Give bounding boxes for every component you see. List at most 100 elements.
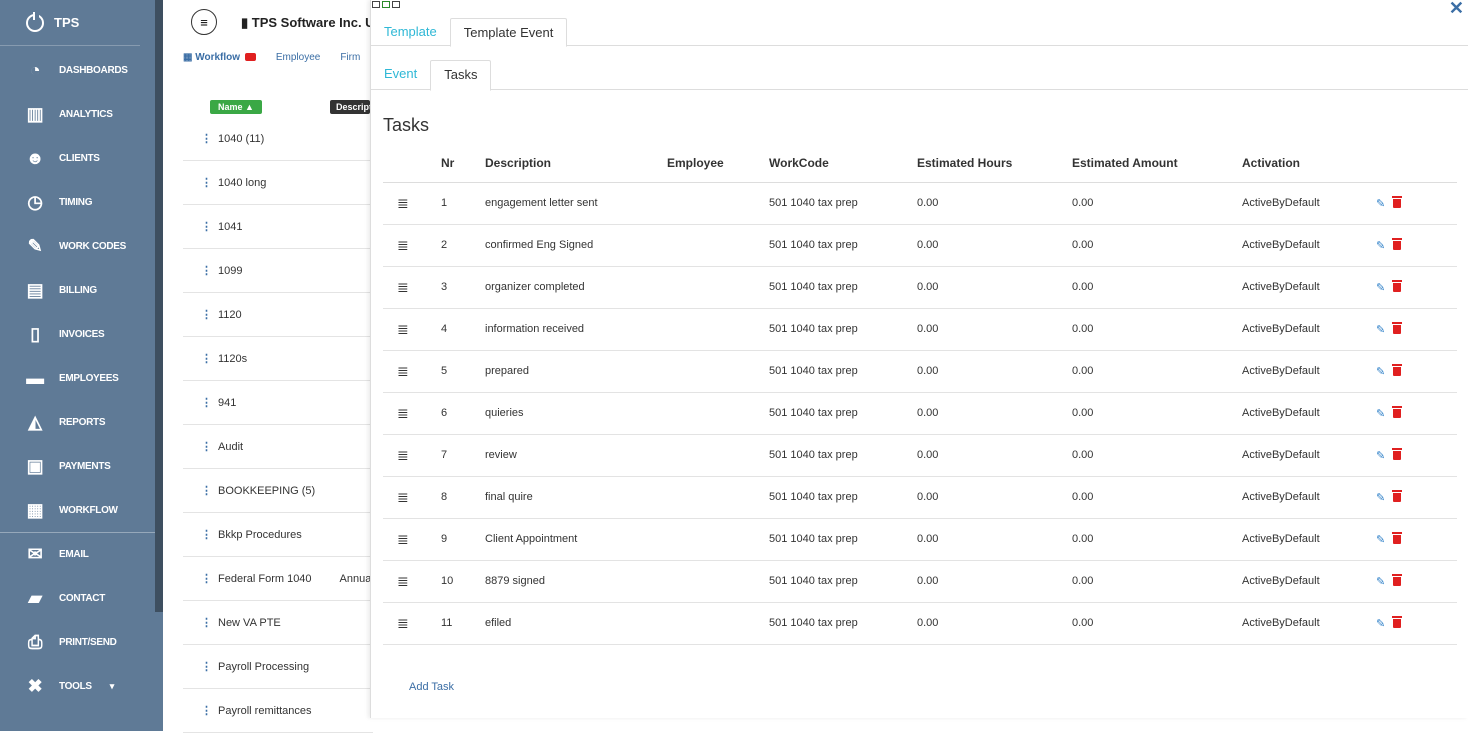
- list-item[interactable]: ⋮ Payroll remittances: [183, 689, 373, 733]
- sidebar-item-email[interactable]: ✉ EMAIL: [0, 532, 155, 576]
- list-item[interactable]: ⋮ 1041: [183, 205, 373, 249]
- table-row[interactable]: ≣ 9 Client Appointment 501 1040 tax prep 0.0…: [383, 518, 1457, 561]
- table-row[interactable]: ≣ 5 prepared 501 1040 tax prep 0.00 0.00 Activ…: [383, 350, 1457, 393]
- edit-icon[interactable]: ✎: [1376, 534, 1385, 546]
- list-item[interactable]: ⋮ Audit: [183, 425, 373, 469]
- menu-toggle-button[interactable]: ≡: [191, 9, 217, 35]
- drag-handle-icon[interactable]: ≣: [383, 560, 441, 603]
- trash-icon[interactable]: [1392, 238, 1403, 251]
- edit-icon[interactable]: ✎: [1376, 618, 1385, 630]
- edit-icon[interactable]: ✎: [1376, 240, 1385, 252]
- column-header-estimated-amount[interactable]: Estimated Amount: [1072, 145, 1242, 183]
- sidebar-item-print-send[interactable]: ⎙ PRINT/SEND: [0, 620, 155, 664]
- list-item[interactable]: ⋮ 1040 long: [183, 161, 373, 205]
- sidebar-item-reports[interactable]: ◭ REPORTS: [0, 400, 155, 444]
- sidebar-item-clients[interactable]: ☻ CLIENTS: [0, 136, 155, 180]
- drag-handle-icon[interactable]: ≣: [383, 308, 441, 351]
- sidebar-item-timing[interactable]: ◷ TIMING: [0, 180, 155, 224]
- trash-icon[interactable]: [1392, 406, 1403, 419]
- edit-icon[interactable]: ✎: [1376, 324, 1385, 336]
- trash-icon[interactable]: [1392, 322, 1403, 335]
- edit-icon[interactable]: ✎: [1376, 492, 1385, 504]
- kebab-menu-icon[interactable]: ⋮: [201, 528, 212, 541]
- list-item[interactable]: ⋮ 1099: [183, 249, 373, 293]
- list-item[interactable]: ⋮ 1040 (11): [183, 117, 373, 161]
- drag-handle-icon[interactable]: ≣: [383, 224, 441, 267]
- kebab-menu-icon[interactable]: ⋮: [201, 704, 212, 717]
- list-item[interactable]: ⋮ Federal Form 1040 Annual: [183, 557, 374, 601]
- column-header-employee[interactable]: Employee: [667, 145, 769, 183]
- table-row[interactable]: ≣ 6 quieries 501 1040 tax prep 0.00 0.00 Activ…: [383, 392, 1457, 435]
- drag-handle-icon[interactable]: ≣: [383, 518, 441, 561]
- edit-icon[interactable]: ✎: [1376, 198, 1385, 210]
- kebab-menu-icon[interactable]: ⋮: [201, 660, 212, 673]
- sidebar-item-tools[interactable]: ✖ TOOLS ▾: [0, 664, 155, 708]
- table-row[interactable]: ≣ 8 final quire 501 1040 tax prep 0.00 0.00 Ac…: [383, 476, 1457, 519]
- kebab-menu-icon[interactable]: ⋮: [201, 572, 212, 585]
- kebab-menu-icon[interactable]: ⋮: [201, 396, 212, 409]
- edit-icon[interactable]: ✎: [1376, 366, 1385, 378]
- window-button[interactable]: [372, 1, 380, 8]
- list-item[interactable]: ⋮ 1120: [183, 293, 373, 337]
- drag-handle-icon[interactable]: ≣: [383, 350, 441, 393]
- trash-icon[interactable]: [1392, 196, 1403, 209]
- kebab-menu-icon[interactable]: ⋮: [201, 352, 212, 365]
- edit-icon[interactable]: ✎: [1376, 408, 1385, 420]
- trash-icon[interactable]: [1392, 490, 1403, 503]
- drag-handle-icon[interactable]: ≣: [383, 434, 441, 477]
- window-button[interactable]: [392, 1, 400, 8]
- list-item[interactable]: ⋮ 1120s: [183, 337, 373, 381]
- list-item[interactable]: ⋮ Payroll Processing: [183, 645, 373, 689]
- add-task-link[interactable]: Add Task: [409, 681, 454, 693]
- column-header-nr[interactable]: Nr: [441, 145, 485, 183]
- column-header-estimated-hours[interactable]: Estimated Hours: [917, 145, 1072, 183]
- drag-handle-icon[interactable]: ≣: [383, 476, 441, 519]
- table-row[interactable]: ≣ 3 organizer completed 501 1040 tax prep 0.…: [383, 266, 1457, 309]
- kebab-menu-icon[interactable]: ⋮: [201, 176, 212, 189]
- sidebar-item-payments[interactable]: ▣ PAYMENTS: [0, 444, 155, 488]
- description-column-header[interactable]: Descript: [330, 100, 370, 114]
- tab-template-event[interactable]: Template Event: [449, 18, 568, 47]
- tab-template[interactable]: Template: [371, 18, 450, 47]
- trash-icon[interactable]: [1392, 574, 1403, 587]
- sidebar-item-analytics[interactable]: ▥ ANALYTICS: [0, 92, 155, 136]
- drag-handle-icon[interactable]: ≣: [383, 182, 441, 225]
- close-icon[interactable]: ✕: [1449, 0, 1464, 19]
- table-row[interactable]: ≣ 1 engagement letter sent 501 1040 tax pre…: [383, 182, 1457, 225]
- trash-icon[interactable]: [1392, 532, 1403, 545]
- table-row[interactable]: ≣ 4 information received 501 1040 tax prep 0…: [383, 308, 1457, 351]
- trash-icon[interactable]: [1392, 364, 1403, 377]
- kebab-menu-icon[interactable]: ⋮: [201, 308, 212, 321]
- table-row[interactable]: ≣ 7 review 501 1040 tax prep 0.00 0.00 ActiveB…: [383, 434, 1457, 477]
- sidebar-item-workflow[interactable]: ▦ WORKFLOW: [0, 488, 155, 532]
- sidebar-item-work-codes[interactable]: ✎ WORK CODES: [0, 224, 155, 268]
- list-item[interactable]: ⋮ 941: [183, 381, 373, 425]
- tab-tasks[interactable]: Tasks: [430, 60, 492, 91]
- list-item[interactable]: ⋮ Bkkp Procedures: [183, 513, 373, 557]
- table-row[interactable]: ≣ 2 confirmed Eng Signed 501 1040 tax prep 0…: [383, 224, 1457, 267]
- edit-icon[interactable]: ✎: [1376, 450, 1385, 462]
- sidebar-scrollbar[interactable]: [155, 0, 163, 612]
- kebab-menu-icon[interactable]: ⋮: [201, 440, 212, 453]
- youtube-icon[interactable]: [244, 53, 256, 62]
- tab-event[interactable]: Event: [371, 60, 430, 91]
- drag-handle-icon[interactable]: ≣: [383, 392, 441, 435]
- list-item[interactable]: ⋮ BOOKKEEPING (5): [183, 469, 373, 513]
- tab-firm[interactable]: Firm: [340, 52, 360, 63]
- column-header-description[interactable]: Description: [485, 145, 667, 183]
- sidebar-item-contact[interactable]: ▰ CONTACT: [0, 576, 155, 620]
- sidebar-item-invoices[interactable]: ▯ INVOICES: [0, 312, 155, 356]
- column-header-workcode[interactable]: WorkCode: [769, 145, 917, 183]
- drag-handle-icon[interactable]: ≣: [383, 266, 441, 309]
- trash-icon[interactable]: [1392, 448, 1403, 461]
- name-column-header[interactable]: Name ▲: [210, 100, 262, 114]
- sidebar-item-billing[interactable]: ▤ BILLING: [0, 268, 155, 312]
- kebab-menu-icon[interactable]: ⋮: [201, 132, 212, 145]
- kebab-menu-icon[interactable]: ⋮: [201, 616, 212, 629]
- window-button[interactable]: [382, 1, 390, 8]
- trash-icon[interactable]: [1392, 280, 1403, 293]
- brand-logo[interactable]: TPS: [0, 0, 140, 46]
- kebab-menu-icon[interactable]: ⋮: [201, 484, 212, 497]
- kebab-menu-icon[interactable]: ⋮: [201, 264, 212, 277]
- drag-handle-icon[interactable]: ≣: [383, 602, 441, 645]
